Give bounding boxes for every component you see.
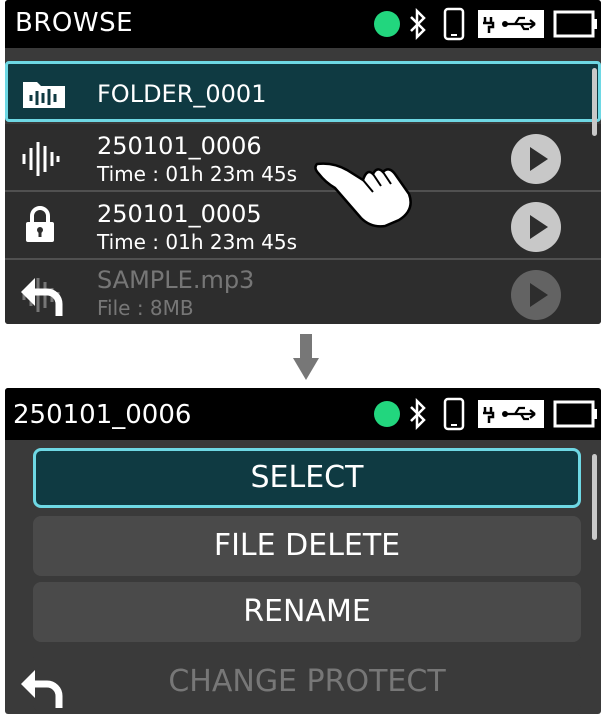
change-protect-button[interactable]: CHANGE PROTECT bbox=[33, 652, 581, 712]
status-bar: 250101_0006 bbox=[5, 388, 601, 440]
screen-title: BROWSE bbox=[15, 8, 134, 38]
back-icon[interactable] bbox=[19, 272, 67, 318]
screen-title: 250101_0006 bbox=[13, 400, 192, 430]
phone-icon bbox=[443, 397, 465, 431]
play-button[interactable] bbox=[511, 202, 561, 252]
battery-icon bbox=[553, 10, 597, 38]
phone-icon bbox=[443, 7, 465, 41]
browse-screen: BROWSE FOLDER_0001 250101_0006 Time: 01… bbox=[5, 0, 601, 324]
list-item-subtitle: Time : 01h 23m 45s bbox=[97, 162, 298, 186]
usb-power-icon bbox=[478, 10, 544, 38]
list-item-subtitle: File : 8MB bbox=[97, 296, 194, 320]
list-item-title: 250101_0005 bbox=[97, 200, 262, 228]
select-button[interactable]: SELECT bbox=[33, 448, 581, 508]
usb-power-icon bbox=[478, 400, 544, 428]
list-item-folder[interactable]: FOLDER_0001 bbox=[5, 61, 601, 122]
file-delete-button[interactable]: FILE DELETE bbox=[33, 516, 581, 576]
status-dot-icon bbox=[374, 11, 400, 37]
list-item-title: SAMPLE.mp3 bbox=[97, 266, 255, 294]
play-button[interactable] bbox=[511, 270, 561, 320]
tap-hand-icon bbox=[314, 162, 412, 228]
list-item-title: 250101_0006 bbox=[97, 132, 262, 160]
file-menu-screen: 250101_0006 SELECT FILE DELETE RENAME CH… bbox=[5, 388, 601, 714]
back-icon[interactable] bbox=[19, 664, 67, 710]
rename-button[interactable]: RENAME bbox=[33, 582, 581, 642]
list-item[interactable]: 250101_0005 Time : 01h 23m 45s bbox=[5, 192, 601, 258]
list-item-title: FOLDER_0001 bbox=[97, 80, 267, 108]
folder-waveform-icon bbox=[23, 82, 65, 108]
bluetooth-icon bbox=[410, 398, 426, 430]
lock-icon bbox=[26, 206, 54, 242]
list-item-subtitle: Time : 01h 23m 45s bbox=[97, 230, 298, 254]
waveform-icon bbox=[22, 142, 60, 176]
bluetooth-icon bbox=[410, 8, 426, 40]
scrollbar[interactable] bbox=[592, 454, 597, 540]
battery-icon bbox=[553, 400, 597, 428]
arrow-down-icon bbox=[293, 334, 319, 380]
status-dot-icon bbox=[374, 401, 400, 427]
status-bar: BROWSE bbox=[5, 0, 601, 48]
list-item[interactable]: 250101_0006 Time : 01h 23m 45s bbox=[5, 124, 601, 190]
scrollbar[interactable] bbox=[592, 68, 597, 136]
play-button[interactable] bbox=[511, 134, 561, 184]
list-item[interactable]: SAMPLE.mp3 File : 8MB bbox=[5, 260, 601, 324]
